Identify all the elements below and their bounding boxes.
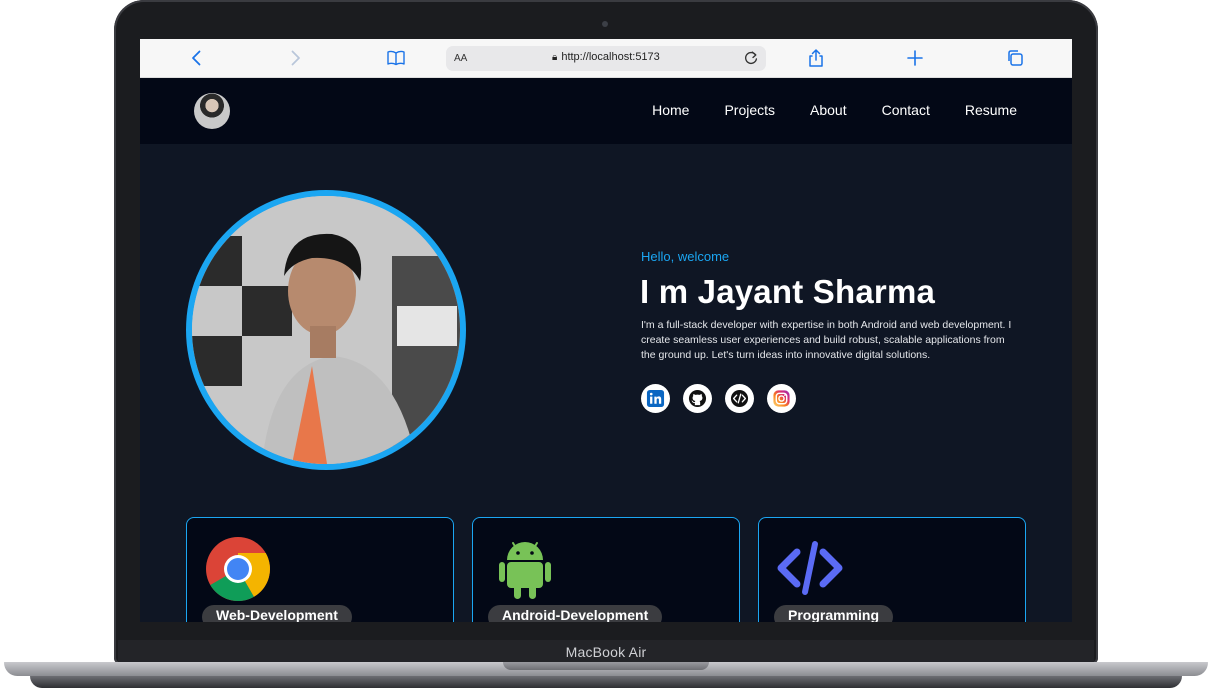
nav-about[interactable]: About bbox=[810, 102, 847, 118]
social-links bbox=[641, 384, 796, 413]
laptop-base-notch bbox=[503, 662, 709, 670]
address-bar[interactable]: AA 🔒︎ http://localhost:5173 bbox=[446, 46, 766, 71]
browser-toolbar: AA 🔒︎ http://localhost:5173 bbox=[140, 39, 1072, 78]
back-icon[interactable] bbox=[186, 47, 208, 69]
hero-name: I m Jayant Sharma bbox=[640, 273, 936, 310]
service-label-android: Android-Development bbox=[488, 605, 663, 622]
reload-icon[interactable] bbox=[742, 49, 760, 67]
instagram-icon[interactable] bbox=[767, 384, 796, 413]
code-icon[interactable] bbox=[725, 384, 754, 413]
url-text: http://localhost:5173 bbox=[561, 51, 660, 63]
avatar[interactable] bbox=[194, 93, 230, 129]
code-brackets-icon bbox=[777, 536, 843, 602]
profile-photo-ring bbox=[186, 190, 466, 470]
site-navbar: Home Projects About Contact Resume bbox=[140, 78, 1072, 144]
lock-icon: 🔒︎ bbox=[552, 51, 558, 63]
hero-bio: I'm a full-stack developer with expertis… bbox=[641, 319, 1012, 361]
forward-icon[interactable] bbox=[284, 47, 306, 69]
new-tab-icon[interactable] bbox=[904, 47, 926, 69]
service-card-web[interactable]: Web-Development bbox=[186, 517, 454, 622]
nav-home[interactable]: Home bbox=[652, 102, 689, 118]
linkedin-icon[interactable] bbox=[641, 384, 670, 413]
profile-photo bbox=[192, 196, 460, 464]
chrome-icon bbox=[205, 536, 271, 602]
bookmarks-icon[interactable] bbox=[385, 47, 407, 69]
service-card-android[interactable]: Android-Development bbox=[472, 517, 740, 622]
text-size-button[interactable]: AA bbox=[454, 53, 467, 64]
device-label: MacBook Air bbox=[565, 644, 647, 660]
laptop-chin: MacBook Air bbox=[118, 640, 1094, 664]
service-label-programming: Programming bbox=[774, 605, 894, 622]
laptop-base-shadow bbox=[30, 676, 1182, 688]
service-label-web: Web-Development bbox=[202, 605, 352, 622]
github-icon[interactable] bbox=[683, 384, 712, 413]
share-icon[interactable] bbox=[805, 47, 827, 69]
camera bbox=[602, 21, 608, 27]
nav-contact[interactable]: Contact bbox=[882, 102, 930, 118]
hero-greeting: Hello, welcome bbox=[641, 249, 730, 264]
nav-resume[interactable]: Resume bbox=[965, 102, 1017, 118]
nav-projects[interactable]: Projects bbox=[724, 102, 775, 118]
laptop-screen: AA 🔒︎ http://localhost:5173 Home Project… bbox=[140, 39, 1072, 622]
tabs-overview-icon[interactable] bbox=[1004, 47, 1026, 69]
android-icon bbox=[497, 540, 553, 600]
nav-links: Home Projects About Contact Resume bbox=[652, 102, 1017, 118]
service-card-programming[interactable]: Programming bbox=[758, 517, 1026, 622]
